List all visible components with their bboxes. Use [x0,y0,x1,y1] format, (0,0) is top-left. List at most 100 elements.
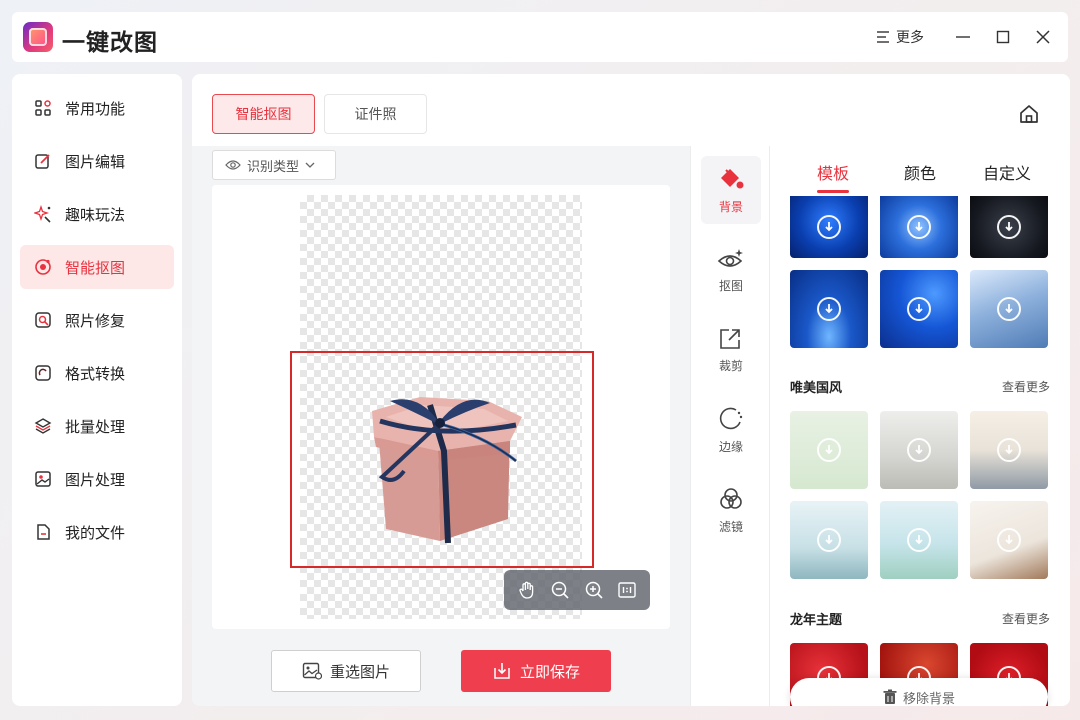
app-logo-icon [23,22,53,52]
download-icon [997,528,1021,552]
sidebar-item-process[interactable]: 图片处理 [20,457,174,501]
cutout-icon [34,258,52,276]
menu-lines-icon [877,31,889,43]
download-icon [997,215,1021,239]
reselect-label: 重选图片 [329,662,390,681]
zoom-out-button[interactable] [548,578,572,602]
layers-icon [34,417,52,435]
download-icon [817,528,841,552]
edit-icon [34,152,52,170]
template-thumb[interactable] [970,270,1048,348]
download-icon [907,528,931,552]
image-icon [34,470,52,488]
home-icon [1020,105,1038,123]
tab-templates[interactable]: 模板 [817,160,849,184]
remove-background-button[interactable]: 移除背景 [790,678,1048,706]
sidebar-item-repair[interactable]: 照片修复 [20,298,174,342]
download-icon [907,297,931,321]
save-label: 立即保存 [519,662,580,681]
edge-icon [719,407,743,429]
sidebar-item-edit[interactable]: 图片编辑 [20,139,174,183]
zoom-toolbar [504,570,650,610]
download-icon [907,438,931,462]
sidebar-item-fun[interactable]: 趣味玩法 [20,192,174,236]
image-canvas[interactable] [212,185,670,629]
section-title: 龙年主题 [790,613,843,628]
maximize-icon [996,30,1010,44]
tool-cutout[interactable]: 抠图 [701,236,761,304]
repair-icon [34,311,52,329]
sidebar-item-label: 我的文件 [65,523,126,542]
tool-label: 裁剪 [718,358,743,373]
trash-icon [883,689,897,704]
template-panel: 模板 颜色 自定义 唯美国风 查看更多 龙年主题 查看更多 移除背景 [770,146,1070,706]
template-thumb[interactable] [880,411,958,489]
download-icon [817,438,841,462]
app-title: 一键改图 [62,30,158,56]
see-more-link[interactable]: 查看更多 [1002,378,1050,395]
template-thumb[interactable] [970,501,1048,579]
sidebar-item-label: 格式转换 [65,364,126,383]
sidebar-item-cutout[interactable]: 智能抠图 [20,245,174,289]
gift-box-image [372,397,522,544]
more-label: 更多 [896,30,924,46]
sidebar: 常用功能 图片编辑 趣味玩法 智能抠图 照片修复 格式转换 批量处理 图片处理 … [12,74,182,706]
zoom-in-icon [585,581,603,599]
tool-label: 边缘 [718,439,743,454]
save-now-button[interactable]: 立即保存 [461,650,611,692]
tab-custom[interactable]: 自定义 [983,160,1031,184]
maximize-button[interactable] [991,25,1015,49]
recognize-type-dropdown[interactable]: 识别类型 [212,150,336,180]
tool-edge[interactable]: 边缘 [701,396,761,464]
paint-bucket-icon [721,168,744,188]
tab-id-photo[interactable]: 证件照 [324,94,427,134]
tab-colors[interactable]: 颜色 [904,160,936,184]
image-swap-icon [302,662,322,680]
template-thumb[interactable] [790,196,868,258]
tool-crop[interactable]: 裁剪 [701,316,761,384]
template-thumb[interactable] [970,196,1048,258]
minimize-button[interactable] [951,25,975,49]
chevron-down-icon [305,162,315,168]
minimize-icon [956,36,970,38]
tool-background[interactable]: 背景 [701,156,761,224]
eye-sparkle-icon [717,248,743,267]
sidebar-item-label: 常用功能 [65,99,126,118]
download-icon [907,215,931,239]
template-thumb[interactable] [880,501,958,579]
sidebar-item-batch[interactable]: 批量处理 [20,404,174,448]
sparkle-icon [34,205,52,223]
template-thumb[interactable] [970,411,1048,489]
remove-background-label: 移除背景 [902,691,955,707]
sidebar-item-files[interactable]: 我的文件 [20,510,174,554]
template-thumb[interactable] [790,411,868,489]
actual-size-icon [618,582,636,598]
tool-label: 抠图 [718,278,743,293]
sidebar-item-convert[interactable]: 格式转换 [20,351,174,395]
tool-label: 背景 [718,199,743,214]
convert-icon [34,364,52,382]
pan-hand-button[interactable] [515,578,539,602]
template-thumb[interactable] [880,196,958,258]
tool-label: 滤镜 [718,519,743,534]
sidebar-item-common[interactable]: 常用功能 [20,86,174,130]
template-thumb[interactable] [880,270,958,348]
template-thumb[interactable] [790,270,868,348]
tab-smart-cutout[interactable]: 智能抠图 [212,94,315,134]
close-button[interactable] [1031,25,1055,49]
actual-size-button[interactable] [615,578,639,602]
see-more-link[interactable]: 查看更多 [1002,610,1050,627]
close-icon [1036,30,1050,44]
eye-icon [225,160,241,170]
title-bar: 一键改图 更多 [12,12,1068,62]
zoom-in-button[interactable] [582,578,606,602]
reselect-image-button[interactable]: 重选图片 [271,650,421,692]
file-icon [34,523,52,541]
section-title: 唯美国风 [790,381,843,396]
template-thumb[interactable] [790,501,868,579]
tool-filter[interactable]: 滤镜 [701,476,761,544]
home-button[interactable] [1018,103,1040,125]
sidebar-item-label: 图片编辑 [65,152,126,171]
more-menu-button[interactable]: 更多 [876,26,924,48]
recognize-type-label: 识别类型 [247,159,300,175]
